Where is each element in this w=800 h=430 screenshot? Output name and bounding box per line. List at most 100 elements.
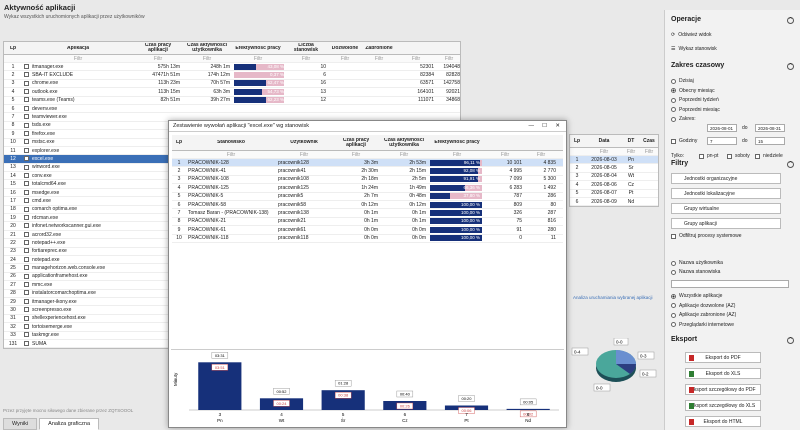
export-button[interactable]: Eksport do PDF (685, 352, 761, 363)
range-radio[interactable]: Poprzedni tydzień (671, 97, 719, 103)
range-radio[interactable]: Poprzedni miesiąc (671, 107, 720, 113)
dialog-titlebar[interactable]: Zestawienie wywołań aplikacji "excel.exe… (169, 121, 566, 132)
dialog-table-row[interactable]: 5 PRACOWNIK-5 pracownik5 2h 7m 0h 48m 37,80 %… (172, 193, 563, 201)
filter-row[interactable]: Filtr Filtr Filtr Filtr Filtr Filtr Filtr Filtr… (4, 55, 460, 63)
chevron-up-icon[interactable]: ^ (787, 337, 794, 344)
date-filter-row[interactable]: Filtr Filtr Filtr (570, 148, 658, 156)
date-from-input[interactable]: 2026-08-01 (707, 124, 737, 132)
analysis-link[interactable]: Analiza uruchamiania wybranej aplikacji (573, 295, 653, 300)
table-row[interactable]: 1 itmanager.exe 575h 13m 248h 1m 43,08 % 10 52… (4, 63, 460, 72)
row-checkbox[interactable] (24, 265, 29, 271)
dialog-table-row[interactable]: 10 PRACOWNIK-118 pracownik118 0h 0m 0h 0m 100… (172, 235, 563, 243)
row-checkbox[interactable] (24, 332, 29, 338)
date-table-row[interactable]: 3 2026-08-04 Wt (570, 173, 658, 182)
name-radio[interactable]: Nazwa stanowiska (671, 269, 720, 275)
row-checkbox[interactable] (24, 139, 29, 145)
dialog-table-row[interactable]: 4 PRACOWNIK-125 pracownik125 1h 24m 1h 49m 66… (172, 184, 563, 193)
hours-checkbox[interactable]: Godziny (671, 138, 697, 144)
app-filter-radio[interactable]: Wszystkie aplikacje (671, 293, 722, 299)
date-table-row[interactable]: 5 2026-08-07 Pt (570, 190, 658, 198)
close-icon[interactable]: ✕ (555, 123, 560, 129)
date-to-input[interactable]: 2026-08-31 (755, 124, 785, 132)
row-checkbox[interactable] (24, 80, 29, 86)
table-row[interactable]: 2 SBA-IT EXCLUDE 47471h 51m 174h 12m 0,37 % 6… (4, 71, 460, 80)
range-radio[interactable]: Obecny miesiąc (671, 88, 715, 94)
weekday-checkbox[interactable]: niedziele (755, 153, 783, 159)
row-checkbox[interactable] (24, 273, 29, 279)
export-button[interactable]: Eksport do HTML (685, 416, 761, 427)
table-row[interactable]: 3 chrome.exe 113h 23m 70h 57m 62,47 % 16 63571… (4, 80, 460, 89)
hour-from-input[interactable]: 7 (707, 137, 737, 145)
dialog-table-row[interactable]: 2 PRACOWNIK-41 pracownik41 2h 30m 2h 15m 92,0… (172, 167, 563, 176)
name-search-input[interactable] (671, 280, 789, 288)
export-button[interactable]: Eksport szczegółowy do XLS (685, 400, 761, 411)
dialog-filter-row[interactable]: Filtr Filtr Filtr Filtr Filtr Filtr Filtr (172, 151, 563, 159)
dialog-table-row[interactable]: 7 Tomasz Baran - (PRACOWNIK-138) pracownik… (172, 209, 563, 218)
minimize-icon[interactable]: — (529, 123, 535, 129)
row-checkbox[interactable] (24, 340, 29, 346)
tab-wyniki[interactable]: Wyniki (3, 418, 38, 430)
row-checkbox[interactable] (24, 248, 29, 254)
row-checkbox[interactable] (24, 172, 29, 178)
date-table-row[interactable]: 4 2026-08-06 Cz (570, 181, 658, 190)
row-checkbox[interactable] (24, 105, 29, 111)
chevron-up-icon[interactable]: ^ (787, 17, 794, 24)
row-checkbox[interactable] (24, 189, 29, 195)
row-checkbox[interactable] (24, 240, 29, 246)
filter-button[interactable]: Grupy wirtualne (671, 203, 781, 214)
row-checkbox[interactable] (24, 315, 29, 321)
filter-button[interactable]: Jednostki lokalizacyjne (671, 188, 781, 199)
tab-analiza[interactable]: Analiza graficzna (39, 418, 100, 430)
row-checkbox[interactable] (24, 214, 29, 220)
table-row[interactable]: 5 teams.exe (Teams) 82h 51m 39h 27m 62,23 % 1… (4, 97, 460, 105)
row-checkbox[interactable] (24, 72, 29, 78)
filter-button[interactable]: Grupy aplikacji (671, 218, 781, 229)
dialog-table-row[interactable]: 9 PRACOWNIK-61 pracownik61 0h 0m 0h 0m 100,00… (172, 226, 563, 235)
dialog-table-row[interactable]: 3 PRACOWNIK-108 pracownik108 2h 18m 2h 5m 91,… (172, 176, 563, 185)
stations-button[interactable]: ☰ Wykaz stanowisk (671, 46, 717, 52)
export-button[interactable]: Eksport szczegółowy do PDF (685, 384, 761, 395)
row-checkbox[interactable] (24, 130, 29, 136)
table-row[interactable]: 4 outlook.exe 113h 15m 63h 3m 54,73 % 13 16410… (4, 88, 460, 97)
app-filter-radio[interactable]: Aplikacje zabronione (AZ) (671, 312, 736, 318)
row-checkbox[interactable] (24, 298, 29, 304)
table-row[interactable]: 6 devenv.exe (4, 105, 460, 114)
row-checkbox[interactable] (24, 282, 29, 288)
chevron-up-icon[interactable]: ^ (787, 63, 794, 70)
row-checkbox[interactable] (24, 156, 29, 162)
row-checkbox[interactable] (24, 164, 29, 170)
dialog-table-row[interactable]: 1 PRACOWNIK-128 pracownik128 3h 3m 2h 53m 96,… (172, 159, 563, 168)
chevron-up-icon[interactable]: ^ (787, 161, 794, 168)
export-button[interactable]: Eksport do XLS (685, 368, 761, 379)
row-checkbox[interactable] (24, 206, 29, 212)
row-checkbox[interactable] (24, 89, 29, 95)
dialog-table-row[interactable]: 6 PRACOWNIK-58 pracownik58 0h 12m 0h 12m 100,… (172, 201, 563, 210)
maximize-icon[interactable]: ☐ (542, 123, 547, 129)
row-checkbox[interactable] (24, 63, 29, 69)
app-filter-radio[interactable]: Przeglądarki internetowe (671, 322, 734, 328)
row-checkbox[interactable] (24, 231, 29, 237)
row-checkbox[interactable] (24, 307, 29, 313)
hour-to-input[interactable]: 15 (755, 137, 785, 145)
row-checkbox[interactable] (24, 256, 29, 262)
date-table-row[interactable]: 6 2026-08-09 Nd (570, 198, 658, 207)
weekday-checkbox[interactable]: soboty (727, 153, 750, 159)
row-checkbox[interactable] (24, 97, 29, 103)
row-checkbox[interactable] (24, 147, 29, 153)
row-checkbox[interactable] (24, 223, 29, 229)
date-table-row[interactable]: 2 2026-08-05 Śr (570, 164, 658, 173)
filter-button[interactable]: Jednostki organizacyjne (671, 173, 781, 184)
name-radio[interactable]: Nazwa użytkownika (671, 260, 723, 266)
range-radio[interactable]: Zakres: (671, 116, 696, 122)
row-checkbox[interactable] (24, 290, 29, 296)
app-filter-radio[interactable]: Aplikacje dozwolone (AZ) (671, 303, 735, 309)
refresh-button[interactable]: ⟳ Odśwież widok (671, 32, 712, 38)
row-checkbox[interactable] (24, 114, 29, 120)
weekday-checkbox[interactable]: pn-pt (699, 153, 718, 159)
range-radio[interactable]: Dzisiaj (671, 78, 694, 84)
row-checkbox[interactable] (24, 323, 29, 329)
row-checkbox[interactable] (24, 198, 29, 204)
filter-system-checkbox[interactable]: Odfiltruj procesy systemowe (671, 233, 742, 239)
row-checkbox[interactable] (24, 122, 29, 128)
date-table-row[interactable]: 1 2026-08-03 Pn (570, 156, 658, 165)
